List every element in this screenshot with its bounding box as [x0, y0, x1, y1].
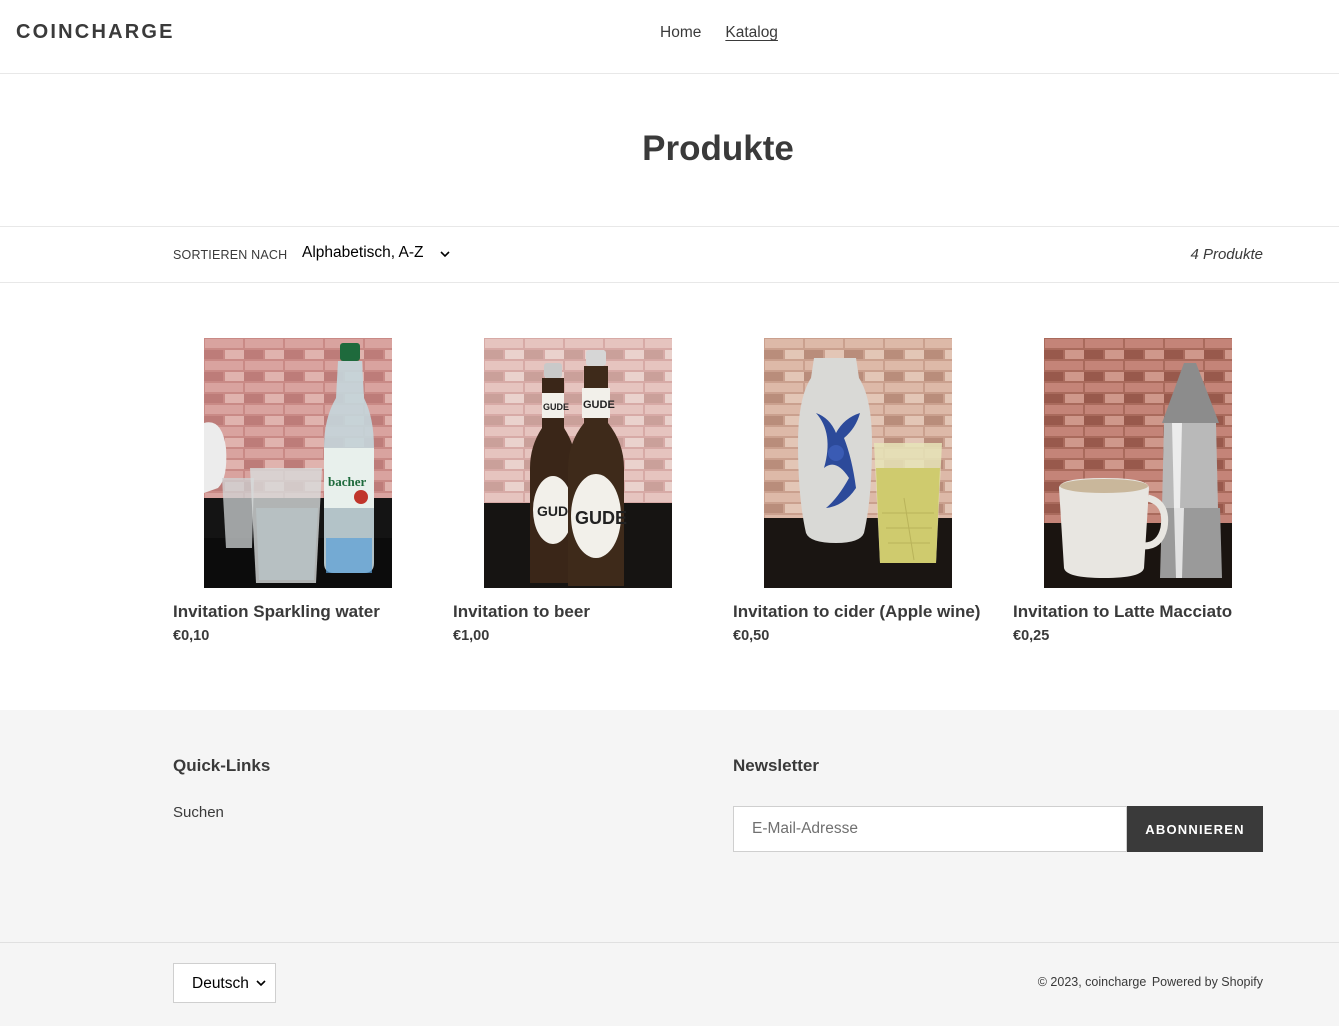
sort-value: Alphabetisch, A-Z — [302, 244, 424, 261]
sort-select[interactable]: Alphabetisch, A-Z — [302, 244, 450, 262]
site-footer: Quick-Links Suchen Newsletter ABONNIEREN… — [0, 710, 1339, 1026]
main-nav: Home Katalog — [648, 24, 790, 42]
product-price: €1,00 — [453, 628, 490, 644]
subscribe-button[interactable]: ABONNIEREN — [1127, 806, 1263, 852]
svg-text:GUDE: GUDE — [583, 399, 615, 411]
nav-home[interactable]: Home — [648, 24, 713, 42]
chevron-down-icon — [256, 980, 266, 987]
page-title: Produkte — [642, 129, 794, 168]
email-input[interactable] — [733, 806, 1127, 852]
footer-divider — [0, 942, 1339, 943]
newsletter-title: Newsletter — [733, 756, 819, 775]
language-value: Deutsch — [192, 975, 249, 992]
product-image-beer[interactable]: GUDE GUDE GUDE GUDE — [484, 338, 672, 588]
site-logo[interactable]: COINCHARGE — [16, 21, 175, 44]
svg-text:bacher: bacher — [328, 474, 367, 489]
product-image-sparkling-water[interactable]: bacher — [204, 338, 392, 588]
product-image-cider[interactable] — [764, 338, 952, 588]
svg-text:GUDE: GUDE — [543, 402, 569, 412]
sort-label: SORTIEREN NACH — [173, 248, 288, 262]
product-title[interactable]: Invitation to beer — [453, 602, 590, 622]
svg-text:GUDE: GUDE — [575, 508, 627, 528]
site-header: COINCHARGE Home Katalog — [0, 0, 1339, 74]
quick-links-title: Quick-Links — [173, 756, 271, 775]
product-title[interactable]: Invitation Sparkling water — [173, 602, 380, 622]
copyright-link[interactable]: © 2023, coincharge — [1038, 975, 1147, 989]
chevron-down-icon — [440, 251, 450, 258]
product-price: €0,10 — [173, 628, 210, 644]
product-price: €0,25 — [1013, 628, 1050, 644]
quick-link-search[interactable]: Suchen — [173, 804, 224, 821]
powered-by-link[interactable]: Powered by Shopify — [1152, 975, 1263, 989]
product-title[interactable]: Invitation to Latte Macciato — [1013, 602, 1232, 622]
filter-bar: SORTIEREN NACH Alphabetisch, A-Z 4 Produ… — [0, 226, 1339, 283]
product-price: €0,50 — [733, 628, 770, 644]
copyright: © 2023, coincharge Powered by Shopify — [1038, 975, 1263, 989]
product-count: 4 Produkte — [1190, 246, 1263, 263]
nav-katalog[interactable]: Katalog — [713, 24, 790, 42]
product-title[interactable]: Invitation to cider (Apple wine) — [733, 602, 980, 622]
product-image-latte[interactable] — [1044, 338, 1232, 588]
language-select[interactable]: Deutsch — [173, 963, 276, 1003]
